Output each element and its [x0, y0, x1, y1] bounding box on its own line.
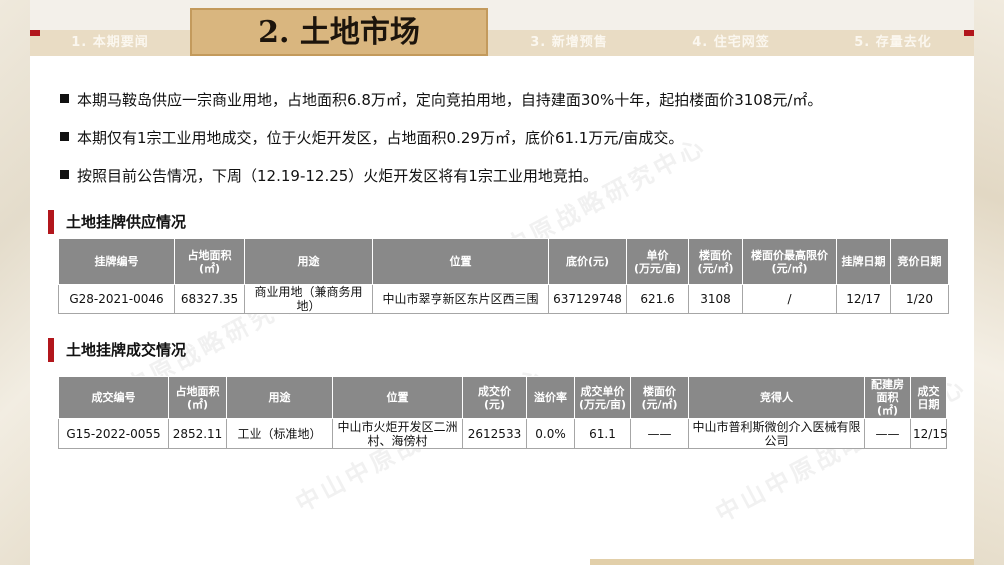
- supply-column-header: 楼面价 (元/㎡): [688, 238, 743, 285]
- table-row: G28-2021-0046 68327.35 商业用地（兼商务用地） 中山市翠亨新区东…: [58, 284, 949, 314]
- supply-table-cell: 637129748: [548, 284, 627, 314]
- square-bullet-icon: [60, 94, 69, 103]
- deal-column-header: 位置: [332, 376, 463, 419]
- deal-table-cell: 中山市普利斯微创介入医械有限公司: [688, 418, 865, 449]
- tab-bar-accent-right: [964, 30, 974, 36]
- supply-table-cell: 68327.35: [174, 284, 245, 314]
- square-bullet-icon: [60, 132, 69, 141]
- deal-table-cell: ——: [630, 418, 689, 449]
- supply-table-cell: 中山市翠亨新区东片区西三围: [372, 284, 549, 314]
- supply-table-cell: /: [742, 284, 837, 314]
- deal-column-header: 成交 日期: [910, 376, 947, 419]
- supply-table-cell: 621.6: [626, 284, 689, 314]
- summary-bullets: 本期马鞍岛供应一宗商业用地，占地面积6.8万㎡，定向竞拍用地，自持建面30%十年…: [60, 88, 960, 202]
- deal-column-header: 竞得人: [688, 376, 865, 419]
- deal-table: 成交编号 占地面积 (㎡) 用途 位置 成交价 (元) 溢价率 成交单价 (万元/亩) 楼面价…: [58, 376, 948, 449]
- deal-table-cell: 中山市火炬开发区二洲村、海傍村: [332, 418, 463, 449]
- supply-table: 挂牌编号 占地面积 (㎡) 用途 位置 底价(元) 单价 (万元/亩) 楼面价 (元/㎡) 楼…: [58, 238, 949, 314]
- deal-table-cell: G15-2022-0055: [58, 418, 169, 449]
- supply-column-header: 挂牌编号: [58, 238, 175, 285]
- deal-column-header: 占地面积 (㎡): [168, 376, 227, 419]
- deal-column-header: 成交编号: [58, 376, 169, 419]
- supply-table-cell: G28-2021-0046: [58, 284, 175, 314]
- deal-section-title: 土地挂牌成交情况: [48, 338, 186, 362]
- deal-table-cell: 0.0%: [526, 418, 575, 449]
- tab-land-market-active[interactable]: 2. 土地市场: [190, 8, 488, 56]
- bullet-item: 本期马鞍岛供应一宗商业用地，占地面积6.8万㎡，定向竞拍用地，自持建面30%十年…: [60, 88, 960, 126]
- footer-accent-bar: [590, 559, 974, 565]
- deal-table-cell: 61.1: [574, 418, 631, 449]
- supply-column-header: 竞价日期: [890, 238, 949, 285]
- supply-table-cell: 商业用地（兼商务用地）: [244, 284, 373, 314]
- supply-column-header: 用途: [244, 238, 373, 285]
- bullet-item: 本期仅有1宗工业用地成交，位于火炬开发区，占地面积0.29万㎡，底价61.1万元…: [60, 126, 960, 164]
- deal-column-header: 配建房 面积(㎡): [864, 376, 911, 419]
- deal-table-cell: ——: [864, 418, 911, 449]
- tab-news[interactable]: 1. 本期要闻: [30, 30, 190, 56]
- tab-stock-destock[interactable]: 5. 存量去化: [812, 30, 974, 56]
- supply-column-header: 楼面价最高限价 (元/㎡): [742, 238, 837, 285]
- supply-section-title: 土地挂牌供应情况: [48, 210, 186, 234]
- supply-column-header: 占地面积 (㎡): [174, 238, 245, 285]
- deal-table-cell: 12/15: [910, 418, 948, 449]
- deal-table-cell: 2612533: [462, 418, 527, 449]
- deal-table-cell: 2852.11: [168, 418, 227, 449]
- tab-residential-sign[interactable]: 4. 住宅网签: [650, 30, 812, 56]
- deal-column-header: 用途: [226, 376, 333, 419]
- supply-column-header: 单价 (万元/亩): [626, 238, 689, 285]
- deal-column-header: 楼面价 (元/㎡): [630, 376, 689, 419]
- background-left: [0, 0, 30, 565]
- deal-table-cell: 工业（标准地）: [226, 418, 333, 449]
- supply-table-cell: 1/20: [890, 284, 949, 314]
- supply-header-row: 挂牌编号 占地面积 (㎡) 用途 位置 底价(元) 单价 (万元/亩) 楼面价 (元/㎡) 楼…: [58, 238, 949, 285]
- deal-column-header: 成交单价 (万元/亩): [574, 376, 631, 419]
- supply-table-cell: 12/17: [836, 284, 891, 314]
- square-bullet-icon: [60, 170, 69, 179]
- bullet-item: 按照目前公告情况，下周（12.19-12.25）火炬开发区将有1宗工业用地竞拍。: [60, 164, 960, 202]
- deal-column-header: 成交价 (元): [462, 376, 527, 419]
- background-right: [974, 0, 1004, 565]
- supply-table-cell: 3108: [688, 284, 743, 314]
- tab-new-presale[interactable]: 3. 新增预售: [488, 30, 650, 56]
- supply-column-header: 挂牌日期: [836, 238, 891, 285]
- supply-column-header: 底价(元): [548, 238, 627, 285]
- supply-column-header: 位置: [372, 238, 549, 285]
- deal-header-row: 成交编号 占地面积 (㎡) 用途 位置 成交价 (元) 溢价率 成交单价 (万元/亩) 楼面价…: [58, 376, 947, 419]
- deal-column-header: 溢价率: [526, 376, 575, 419]
- table-row: G15-2022-0055 2852.11 工业（标准地） 中山市火炬开发区二洲村、海…: [58, 418, 948, 449]
- section-tab-bar: 1. 本期要闻 3. 新增预售 4. 住宅网签 5. 存量去化: [30, 30, 974, 56]
